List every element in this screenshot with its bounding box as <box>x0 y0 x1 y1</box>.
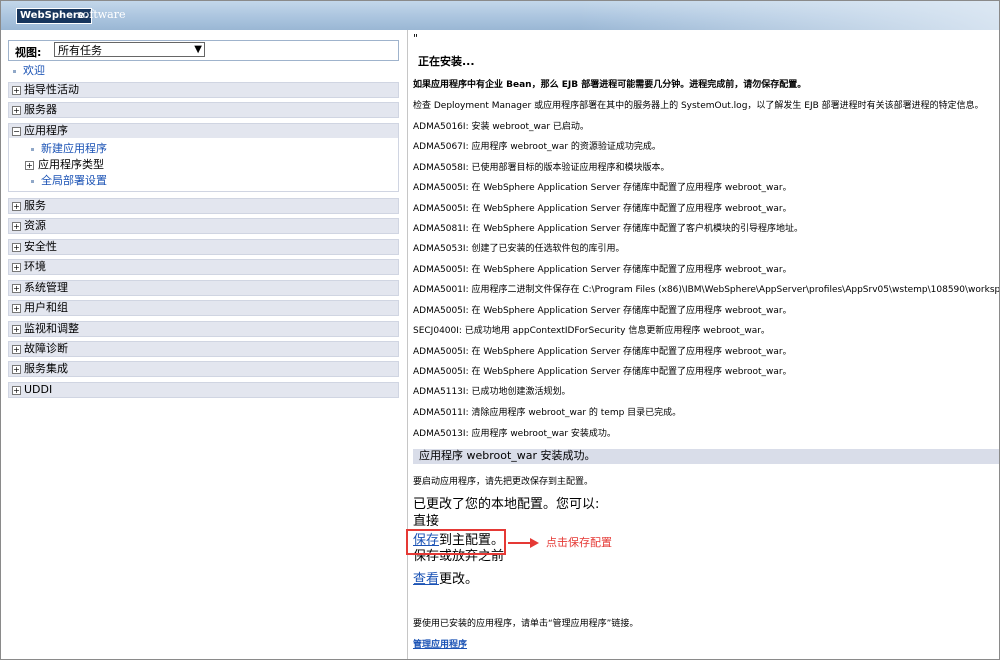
bullet-icon <box>31 179 34 183</box>
arrow-right-icon <box>530 538 539 548</box>
nav-category-users-groups[interactable]: + 用户和组 <box>8 300 399 316</box>
nav-category-troubleshooting[interactable]: + 故障诊断 <box>8 341 399 357</box>
log-line: ADMA5001I: 应用程序二进制文件保存在 C:\Program Files… <box>413 285 1000 295</box>
nav-category-system-admin[interactable]: + 系统管理 <box>8 280 399 296</box>
manage-applications-link[interactable]: 管理应用程序 <box>413 639 467 651</box>
nav-category-services[interactable]: + 服务 <box>8 198 399 214</box>
manage-hint: 要使用已安装的应用程序，请单击“管理应用程序”链接。 <box>413 619 639 629</box>
nav-category-label: 故障诊断 <box>24 342 68 355</box>
installing-heading: 正在安装... <box>418 55 475 68</box>
nav-category-label: 系统管理 <box>24 281 68 294</box>
nav-category-label: 服务 <box>24 199 46 212</box>
nav-category-guided-activities[interactable]: + 指导性活动 <box>8 82 399 98</box>
nav-category-resources[interactable]: + 资源 <box>8 218 399 234</box>
expand-icon: + <box>12 325 21 334</box>
config-changed-text: 已更改了您的本地配置。您可以: <box>413 497 600 512</box>
welcome-label: 欢迎 <box>23 64 45 77</box>
log-line: ADMA5081I: 在 WebSphere Application Serve… <box>413 224 804 234</box>
applications-label: 应用程序 <box>24 124 68 137</box>
global-deployment-label: 全局部署设置 <box>41 174 107 187</box>
expand-icon: + <box>12 243 21 252</box>
nav-category-service-integration[interactable]: + 服务集成 <box>8 361 399 377</box>
expand-icon: + <box>12 202 21 211</box>
applications-header[interactable]: − 应用程序 <box>9 124 398 138</box>
nav-global-deployment-settings[interactable]: 全局部署设置 <box>31 174 107 188</box>
review-line: 查看更改。 <box>413 572 478 588</box>
success-text: 应用程序 webroot_war 安装成功。 <box>419 449 596 462</box>
nav-welcome-link[interactable]: 欢迎 <box>13 62 45 78</box>
navigation-pane: 视图: 所有任务 ▼ 欢迎 + 指导性活动 + 服务器 − 应用程序 新建应用程… <box>1 36 406 659</box>
nav-category-label: 监视和调整 <box>24 322 79 335</box>
bullet-icon <box>31 147 34 151</box>
stray-quote: " <box>413 32 419 45</box>
log-line: ADMA5005I: 在 WebSphere Application Serve… <box>413 347 792 357</box>
expand-icon: + <box>12 386 21 395</box>
log-line: SECJ0400I: 已成功地用 appContextIDForSecurity… <box>413 326 770 336</box>
nav-category-servers[interactable]: + 服务器 <box>8 102 399 118</box>
view-select-value: 所有任务 <box>58 44 102 57</box>
log-line: ADMA5005I: 在 WebSphere Application Serve… <box>413 265 792 275</box>
log-line: ADMA5005I: 在 WebSphere Application Serve… <box>413 367 792 377</box>
annotation-highlight-box <box>406 529 506 555</box>
nav-category-label: 用户和组 <box>24 301 68 314</box>
view-select[interactable]: 所有任务 ▼ <box>54 42 205 57</box>
log-line: ADMA5011I: 清除应用程序 webroot_war 的 temp 目录已… <box>413 408 682 418</box>
nav-category-uddi[interactable]: + UDDI <box>8 382 399 398</box>
nav-category-label: 指导性活动 <box>24 83 79 96</box>
bullet-icon <box>13 69 16 73</box>
chevron-down-icon: ▼ <box>194 44 202 55</box>
log-line: ADMA5053I: 创建了已安装的任选软件包的库引用。 <box>413 244 625 254</box>
nav-category-label: 安全性 <box>24 240 57 253</box>
nav-application-types[interactable]: + 应用程序类型 <box>25 158 104 172</box>
expand-icon: + <box>12 86 21 95</box>
review-link[interactable]: 查看 <box>413 572 439 587</box>
expand-icon: + <box>12 345 21 354</box>
application-types-label: 应用程序类型 <box>38 158 104 171</box>
window: WebSphere. software 视图: 所有任务 ▼ 欢迎 + 指导性活… <box>0 0 1000 660</box>
log-line: ADMA5005I: 在 WebSphere Application Serve… <box>413 204 792 214</box>
content-pane: " 正在安装... 如果应用程序中有企业 Bean，那么 EJB 部署进程可能需… <box>407 30 1000 659</box>
expand-icon: + <box>12 304 21 313</box>
expand-icon: + <box>12 284 21 293</box>
nav-category-label: 环境 <box>24 260 46 273</box>
view-bar: 视图: 所有任务 ▼ <box>8 40 399 61</box>
check-log-text: 检查 Deployment Manager 或应用程序部署在其中的服务器上的 S… <box>413 101 984 111</box>
success-banner: 应用程序 webroot_war 安装成功。 <box>413 449 999 464</box>
collapse-icon: − <box>12 127 21 136</box>
ejb-notice: 如果应用程序中有企业 Bean，那么 EJB 部署进程可能需要几分钟。进程完成前… <box>413 80 807 90</box>
nav-category-applications: − 应用程序 新建应用程序 + 应用程序类型 全局部署设置 <box>8 123 399 192</box>
start-hint: 要启动应用程序，请先把更改保存到主配置。 <box>413 477 594 487</box>
software-label: software <box>77 8 126 21</box>
nav-category-label: 资源 <box>24 219 46 232</box>
nav-new-application[interactable]: 新建应用程序 <box>31 142 107 156</box>
new-application-label: 新建应用程序 <box>41 142 107 155</box>
nav-category-environment[interactable]: + 环境 <box>8 259 399 275</box>
log-line: ADMA5067I: 应用程序 webroot_war 的资源验证成功完成。 <box>413 142 661 152</box>
header-bar: WebSphere. software <box>1 1 999 30</box>
log-line: ADMA5005I: 在 WebSphere Application Serve… <box>413 183 792 193</box>
log-line: ADMA5058I: 已使用部署目标的版本验证应用程序和模块版本。 <box>413 163 670 173</box>
log-line: ADMA5113I: 已成功地创建激活规划。 <box>413 387 571 397</box>
nav-category-label: 服务器 <box>24 103 57 116</box>
review-rest-text: 更改。 <box>439 572 479 587</box>
expand-icon: + <box>12 106 21 115</box>
expand-icon: + <box>12 263 21 272</box>
expand-icon: + <box>12 222 21 231</box>
log-line: ADMA5016I: 安装 webroot_war 已启动。 <box>413 122 589 132</box>
expand-icon: + <box>12 365 21 374</box>
log-line: ADMA5005I: 在 WebSphere Application Serve… <box>413 306 792 316</box>
annotation-arrow-line <box>508 542 531 544</box>
log-line: ADMA5013I: 应用程序 webroot_war 安装成功。 <box>413 429 616 439</box>
direct-text: 直接 <box>413 514 440 529</box>
nav-category-label: 服务集成 <box>24 362 68 375</box>
expand-icon: + <box>25 160 34 170</box>
nav-category-security[interactable]: + 安全性 <box>8 239 399 255</box>
nav-category-label: UDDI <box>24 383 53 396</box>
annotation-text: 点击保存配置 <box>546 536 612 549</box>
nav-category-monitoring[interactable]: + 监视和调整 <box>8 321 399 337</box>
view-label: 视图: <box>15 46 42 59</box>
